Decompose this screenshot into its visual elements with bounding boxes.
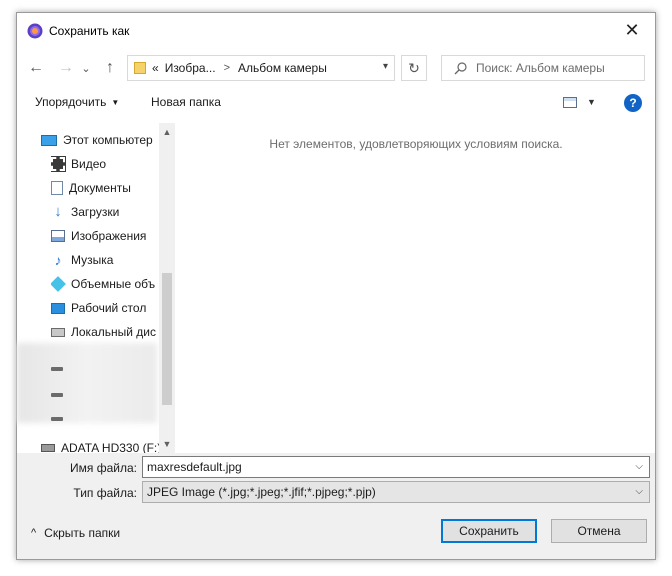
filename-label: Имя файла: (70, 461, 137, 475)
up-arrow-icon: ↑ (106, 59, 114, 76)
scroll-down-icon[interactable]: ▼ (159, 437, 175, 451)
organize-label: Упорядочить (35, 95, 107, 109)
chevron-down-icon: ⌄ (81, 62, 91, 75)
breadcrumb-overflow[interactable]: « (152, 61, 159, 75)
search-box[interactable]: Поиск: Альбом камеры (441, 55, 645, 81)
computer-icon (41, 134, 57, 146)
search-icon (454, 61, 472, 75)
close-icon: ✕ (624, 19, 640, 40)
organize-menu[interactable]: Упорядочить ▼ (35, 95, 119, 109)
forward-button[interactable]: → (55, 57, 77, 79)
chevron-down-icon[interactable]: ⌵ (635, 486, 643, 497)
up-button[interactable]: ↑ (99, 57, 121, 79)
drive-icon[interactable] (51, 393, 63, 397)
navigation-pane: Этот компьютер Видео Документы ↓ Загрузк… (17, 123, 175, 455)
address-bar[interactable]: « Изобра... > Альбом камеры ▾ (127, 55, 395, 81)
folder-icon (134, 62, 146, 74)
search-input[interactable]: Поиск: Альбом камеры (476, 61, 605, 75)
breadcrumb-pictures[interactable]: Изобра... (165, 61, 216, 75)
new-folder-button[interactable]: Новая папка (151, 95, 221, 109)
blurred-drives-area (17, 343, 157, 423)
caret-down-icon: ▼ (111, 98, 120, 108)
save-as-dialog: Сохранить как ✕ ← → ⌄ ↑ « Изобра... > Ал… (16, 12, 656, 560)
hide-folders-label: Скрыть папки (44, 526, 121, 540)
drive-icon[interactable] (51, 417, 63, 421)
filetype-select[interactable]: JPEG Image (*.jpg;*.jpeg;*.jfif;*.pjpeg;… (142, 481, 650, 503)
recent-locations-button[interactable]: ⌄ (79, 57, 93, 79)
desktop-icon (51, 302, 65, 314)
downloads-icon: ↓ (54, 203, 62, 220)
title-bar: Сохранить как ✕ (17, 13, 655, 49)
hide-folders-toggle[interactable]: ^ Скрыть папки (31, 526, 120, 540)
file-fields: Имя файла: maxresdefault.jpg ⌵ Тип файла… (17, 453, 655, 509)
filename-field[interactable]: maxresdefault.jpg ⌵ (142, 456, 650, 478)
close-button[interactable]: ✕ (609, 13, 655, 47)
documents-icon (51, 181, 63, 195)
file-list-area[interactable]: Нет элементов, удовлетворяющих условиям … (177, 123, 655, 453)
refresh-button[interactable]: ↻ (401, 55, 427, 81)
video-icon (51, 156, 66, 172)
command-bar: Упорядочить ▼ Новая папка ▼ ? (17, 91, 655, 117)
pictures-icon (51, 230, 65, 242)
cancel-button[interactable]: Отмена (551, 519, 647, 543)
usb-drive-icon (41, 444, 55, 452)
drive-icon[interactable] (51, 367, 63, 371)
refresh-icon: ↻ (408, 59, 420, 76)
help-icon[interactable]: ? (624, 94, 642, 112)
navigation-bar: ← → ⌄ ↑ « Изобра... > Альбом камеры ▾ ↻ … (17, 53, 655, 85)
forward-arrow-icon: → (58, 59, 74, 76)
back-arrow-icon: ← (28, 59, 44, 76)
view-options-caret-icon[interactable]: ▼ (587, 97, 596, 107)
breadcrumb-separator-icon[interactable]: > (224, 62, 230, 74)
empty-state-message: Нет элементов, удовлетворяющих условиям … (269, 137, 563, 151)
music-icon: ♪ (54, 252, 62, 268)
sidebar-scrollbar-thumb[interactable] (162, 273, 172, 405)
chevron-up-icon: ^ (31, 527, 37, 539)
scroll-up-icon[interactable]: ▲ (159, 125, 175, 139)
breadcrumb-camera-roll[interactable]: Альбом камеры (238, 61, 327, 75)
local-disk-icon (51, 327, 65, 337)
address-dropdown-icon[interactable]: ▾ (383, 61, 388, 72)
filetype-value: JPEG Image (*.jpg;*.jpeg;*.jfif;*.pjpeg;… (147, 485, 376, 499)
save-button[interactable]: Сохранить (441, 519, 537, 543)
back-button[interactable]: ← (25, 57, 47, 79)
window-title: Сохранить как (49, 24, 130, 38)
firefox-icon (27, 23, 43, 39)
3d-objects-icon (51, 276, 66, 292)
chevron-down-icon[interactable]: ⌵ (635, 461, 643, 472)
view-options-icon[interactable] (563, 97, 577, 108)
filename-value: maxresdefault.jpg (147, 460, 242, 474)
filetype-label: Тип файла: (73, 486, 137, 500)
dialog-footer: ^ Скрыть папки Сохранить Отмена (17, 509, 655, 559)
